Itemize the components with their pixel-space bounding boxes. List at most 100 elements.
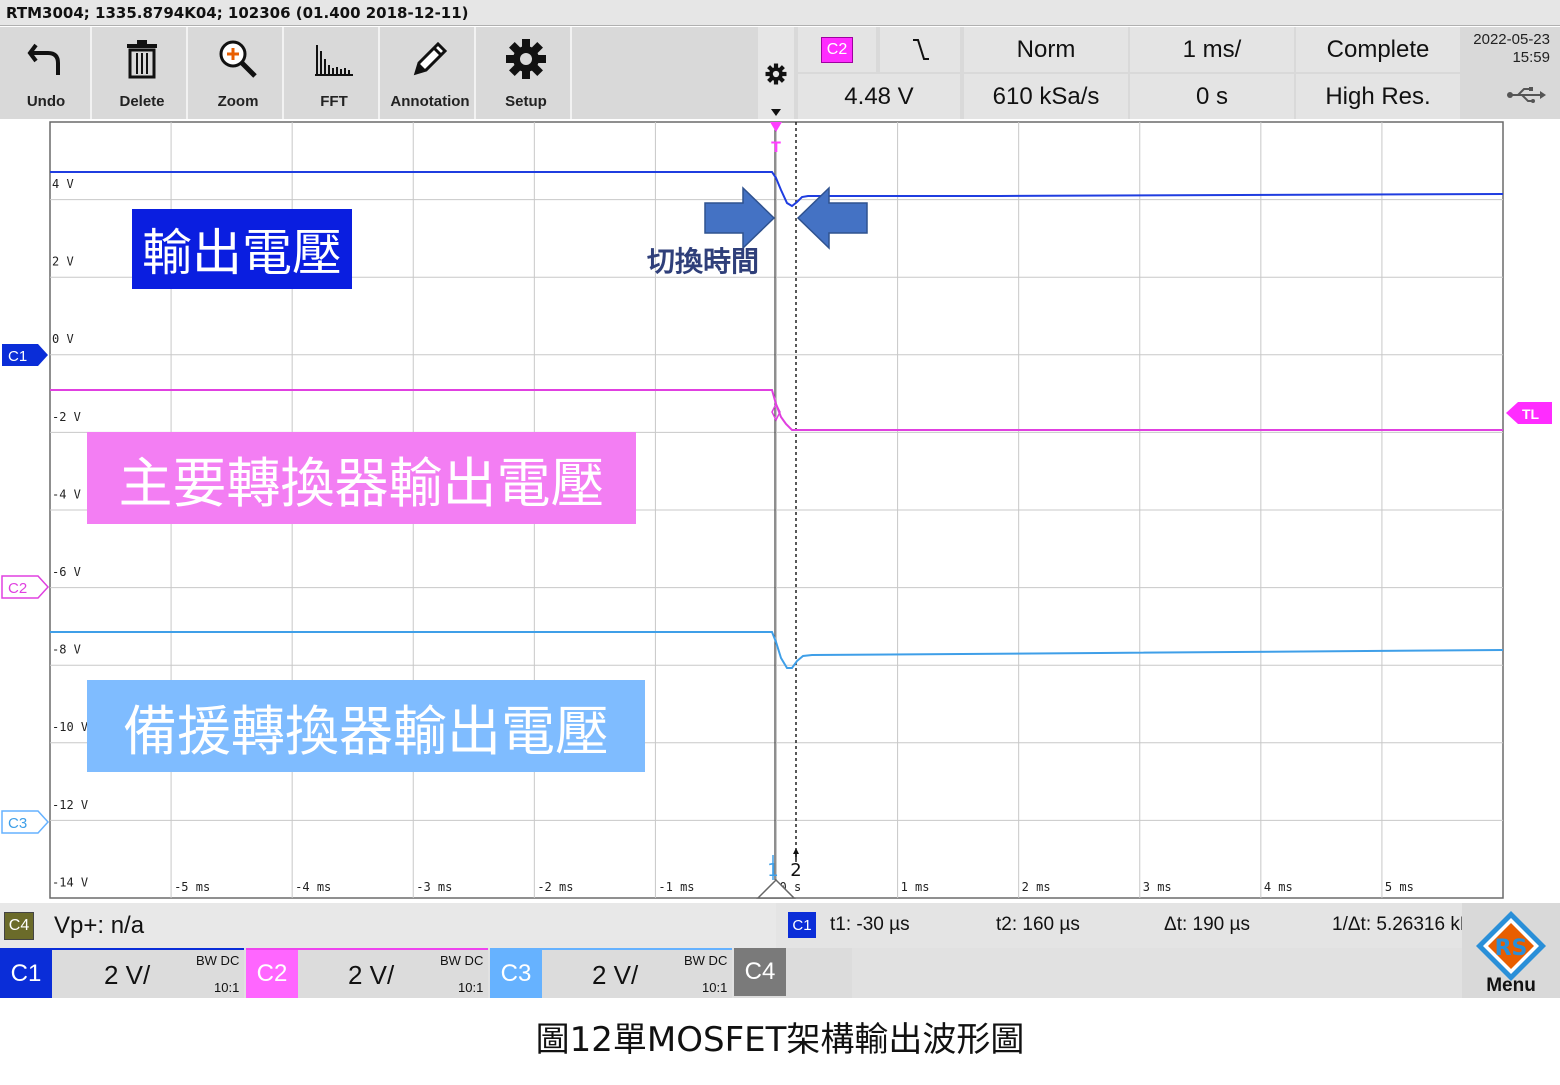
timebase-cell[interactable]: 1 ms/ xyxy=(1130,27,1294,72)
channel-c3-label: C3 xyxy=(490,950,542,998)
zoom-button[interactable]: Zoom xyxy=(192,27,284,119)
zoom-icon xyxy=(192,37,284,81)
trigger-level-cell[interactable]: 4.48 V xyxy=(798,74,960,119)
y-axis-label: -12 V xyxy=(52,798,88,812)
channel-c4-label: C4 xyxy=(734,948,786,996)
annotation-button[interactable]: Annotation xyxy=(384,27,476,119)
channel-c1-scale: 2 V/ xyxy=(104,960,151,990)
figure-caption: 圖12單MOSFET架構輸出波形圖 xyxy=(535,1020,1025,1060)
cursor-t2: t2: 160 µs xyxy=(996,914,1080,935)
trigger-position-marker[interactable] xyxy=(770,122,782,132)
y-axis-label: -6 V xyxy=(52,565,81,579)
zoom-label: Zoom xyxy=(217,93,259,110)
channel-c2-label: C2 xyxy=(246,950,298,998)
trigger-marker-label: T xyxy=(771,140,781,156)
horizontal-position-cell[interactable]: 0 s xyxy=(1130,74,1294,119)
sample-rate-cell[interactable]: 610 kSa/s xyxy=(964,74,1128,119)
y-axis-label: 4 V xyxy=(52,177,74,191)
x-axis-label: 2 ms xyxy=(1022,880,1051,894)
measure-source-badge[interactable]: C4 xyxy=(4,912,34,940)
main-converter-annotation: 主要轉換器輸出電壓 xyxy=(87,432,636,524)
svg-text:C2: C2 xyxy=(8,580,27,597)
channel-c2-scale: 2 V/ xyxy=(348,960,395,990)
c1-offset-marker[interactable]: C1 xyxy=(2,344,48,366)
channel-c1-probe: 10:1 xyxy=(214,980,240,995)
y-axis-label: -4 V xyxy=(52,487,81,501)
y-axis-labels: 4 V 2 V 0 V -2 V -4 V -6 V -8 V -10 V -12 V -14 V xyxy=(52,177,88,889)
cursor-inverse-delta-t: 1/Δt: 5.26316 kHz xyxy=(1332,914,1484,935)
channel-bar: C1 2 V/ BW DC 10:1 C2 2 V/ BW DC 10:1 C3… xyxy=(0,948,1560,998)
annotation-label: Annotation xyxy=(390,93,470,110)
trigger-level-marker[interactable]: TL xyxy=(1506,402,1552,424)
trash-icon xyxy=(96,37,188,81)
x-axis-label: -3 ms xyxy=(416,880,452,894)
svg-text:RS: RS xyxy=(1495,936,1528,961)
c2-offset-marker[interactable]: C2 xyxy=(1,575,50,599)
delete-label: Delete xyxy=(119,93,165,110)
date: 2022-05-23 xyxy=(1473,31,1550,48)
y-axis-label: 0 V xyxy=(52,332,74,346)
channel-c1-bandwidth: BW DC xyxy=(196,953,240,968)
rohde-schwarz-logo-icon: RS xyxy=(1476,911,1546,981)
x-axis-label: 1 ms xyxy=(901,880,930,894)
fft-label: FFT xyxy=(320,93,348,110)
x-axis-label: 3 ms xyxy=(1143,880,1172,894)
svg-text:TL: TL xyxy=(1522,406,1540,422)
channel-c4-panel[interactable]: C4 xyxy=(734,948,852,998)
x-axis-labels: -5 ms -4 ms -3 ms -2 ms -1 ms 0 s1 ms 2 ms 3 ms… xyxy=(174,880,1414,894)
acquisition-mode-cell[interactable]: High Res. xyxy=(1296,74,1460,119)
channel-c3-panel[interactable]: C3 2 V/ BW DC 10:1 xyxy=(490,948,732,998)
cursor-2-label: 2 xyxy=(790,860,801,881)
fft-button[interactable]: FFT xyxy=(288,27,380,119)
setup-label: Setup xyxy=(505,93,547,110)
cursor-source-badge: C1 xyxy=(788,912,816,938)
channel-c1-panel[interactable]: C1 2 V/ BW DC 10:1 xyxy=(0,948,244,998)
window-title: RTM3004; 1335.8794K04; 102306 (01.400 20… xyxy=(0,0,1560,26)
y-axis-label: -2 V xyxy=(52,410,81,424)
usb-icon xyxy=(1507,87,1546,103)
x-axis-label: -4 ms xyxy=(295,880,331,894)
output-voltage-annotation: 輸出電壓 xyxy=(132,209,352,289)
measurement-readout[interactable]: Vp+: n/a xyxy=(54,912,144,940)
waveform-display[interactable]: 4 V 2 V 0 V -2 V -4 V -6 V -8 V -10 V -12 V -14 V… xyxy=(0,120,1560,900)
arrow-right-icon xyxy=(704,186,776,250)
y-axis-label: -8 V xyxy=(52,643,81,657)
svg-text:C1: C1 xyxy=(8,348,27,365)
y-axis-label: 2 V xyxy=(52,255,74,269)
undo-icon xyxy=(0,37,92,81)
undo-label: Undo xyxy=(26,93,66,110)
acquisition-state-cell[interactable]: Complete xyxy=(1296,27,1460,72)
channel-c3-scale: 2 V/ xyxy=(592,960,639,990)
x-axis-label: -2 ms xyxy=(537,880,573,894)
cursor-t1: t1: -30 µs xyxy=(830,914,910,935)
time: 15:59 xyxy=(1512,49,1550,66)
cursor-delta-t: Δt: 190 µs xyxy=(1164,914,1250,935)
channel-c2-probe: 10:1 xyxy=(458,980,484,995)
trigger-source-badge: C2 xyxy=(820,36,854,63)
y-axis-label: -10 V xyxy=(52,720,88,734)
channel-c3-bandwidth: BW DC xyxy=(684,953,728,968)
c3-offset-marker[interactable]: C3 xyxy=(1,810,50,834)
cursor-readout-panel[interactable]: C1 t1: -30 µs t2: 160 µs Δt: 190 µs 1/Δt… xyxy=(776,903,1560,948)
trigger-slope-cell[interactable] xyxy=(880,27,960,72)
falling-edge-icon xyxy=(913,38,929,60)
delete-button[interactable]: Delete xyxy=(96,27,188,119)
undo-button[interactable]: Undo xyxy=(0,27,92,119)
switch-time-annotation: 切換時間 xyxy=(646,245,759,278)
date-time-panel: 2022-05-23 15:59 xyxy=(1462,27,1560,119)
settings-dropdown[interactable] xyxy=(758,27,794,119)
backup-converter-annotation: 備援轉換器輸出電壓 xyxy=(87,680,645,772)
menu-button[interactable]: RS Menu xyxy=(1462,903,1560,998)
x-axis-label: 5 ms xyxy=(1385,880,1414,894)
channel-c1-label: C1 xyxy=(0,950,52,998)
x-axis-label: 4 ms xyxy=(1264,880,1293,894)
x-axis-label: -1 ms xyxy=(658,880,694,894)
y-axis-label: -14 V xyxy=(52,875,88,889)
measurement-bar: C4 Vp+: n/a C1 t1: -30 µs t2: 160 µs Δt:… xyxy=(0,903,1560,948)
channel-c2-panel[interactable]: C2 2 V/ BW DC 10:1 xyxy=(246,948,488,998)
fft-icon xyxy=(288,37,380,81)
menu-label: Menu xyxy=(1486,975,1536,996)
setup-button[interactable]: Setup xyxy=(480,27,572,119)
trigger-mode-cell[interactable]: Norm xyxy=(964,27,1128,72)
trigger-source-cell[interactable]: C2 xyxy=(798,27,876,72)
